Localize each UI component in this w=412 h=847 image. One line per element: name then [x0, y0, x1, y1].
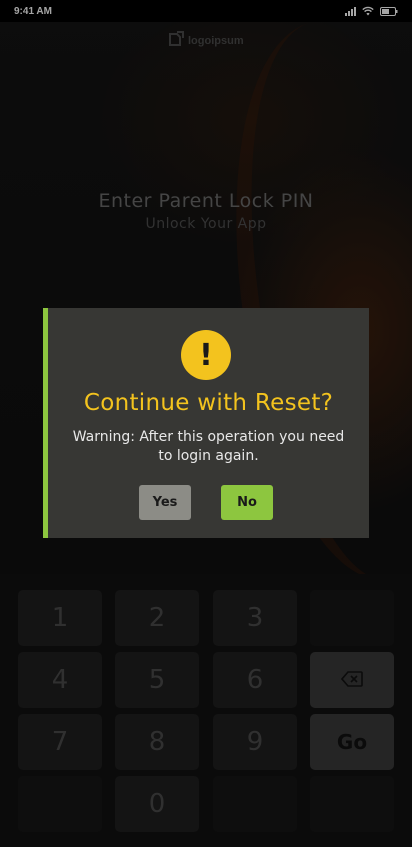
- yes-button[interactable]: Yes: [139, 485, 191, 520]
- no-button[interactable]: No: [221, 485, 273, 520]
- dialog-message: Warning: After this operation you need t…: [72, 429, 345, 464]
- dialog-title: Continue with Reset?: [83, 390, 334, 416]
- reset-confirm-dialog: ! Continue with Reset? Warning: After th…: [43, 308, 369, 538]
- warning-icon: !: [181, 330, 231, 380]
